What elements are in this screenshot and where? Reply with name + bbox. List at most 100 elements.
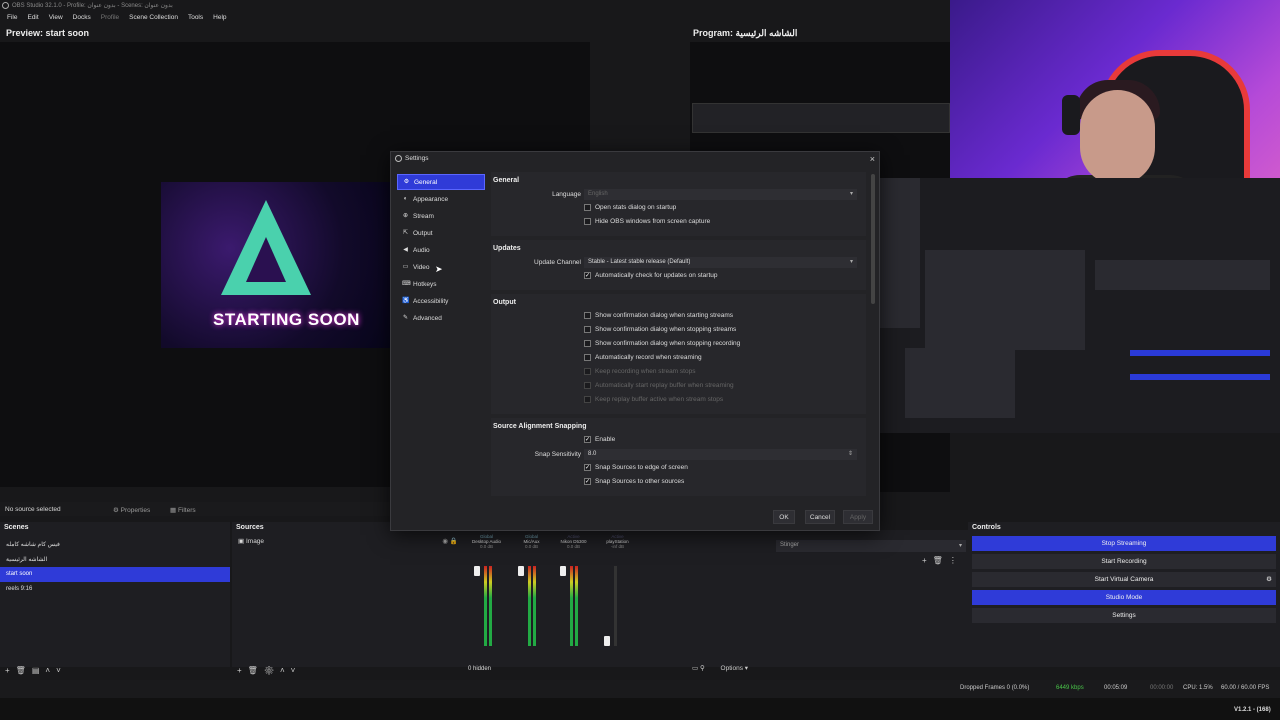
- volume-fader[interactable]: [518, 566, 524, 576]
- keep-replay-buffer-checkbox: Keep replay buffer active when stream st…: [584, 396, 723, 403]
- image-source-icon: ▣: [238, 538, 245, 545]
- update-channel-select[interactable]: Stable - Latest stable release (Default)…: [584, 257, 857, 268]
- source-toolbar: +🗑⚙˄˅: [237, 666, 301, 675]
- menu-file[interactable]: File: [2, 11, 22, 25]
- menu-view[interactable]: View: [44, 11, 68, 25]
- chevron-down-icon: ▾: [958, 543, 962, 549]
- hide-obs-capture-checkbox[interactable]: Hide OBS windows from screen capture: [584, 218, 710, 225]
- settings-content: General Language English ▾ Open stats dia…: [491, 172, 866, 507]
- auto-record-checkbox[interactable]: Automatically record when streaming: [584, 354, 702, 361]
- section-title: Source Alignment Snapping: [493, 423, 587, 430]
- options-button[interactable]: Options: [721, 665, 743, 672]
- cancel-button[interactable]: Cancel: [805, 510, 835, 524]
- remove-source-icon[interactable]: 🗑: [248, 666, 264, 675]
- scene-item[interactable]: reels 9:16: [0, 582, 230, 597]
- nav-audio[interactable]: ◀ Audio: [397, 242, 485, 258]
- apply-button[interactable]: Apply: [843, 510, 873, 524]
- visibility-eye-icon[interactable]: ◉: [442, 537, 448, 545]
- spin-arrows-icon[interactable]: ⇕: [848, 450, 853, 457]
- source-properties-icon[interactable]: ⚙: [264, 666, 280, 675]
- nav-output[interactable]: ⇱ Output: [397, 225, 485, 241]
- window-title: OBS Studio 32.1.0 - Profile: بدون عنوان …: [12, 3, 173, 9]
- properties-button[interactable]: ⚙ Properties: [113, 506, 150, 514]
- auto-update-checkbox[interactable]: ✓ Automatically check for updates on star…: [584, 272, 717, 279]
- move-up-icon[interactable]: ˄: [45, 666, 56, 675]
- keep-recording-checkbox: Keep recording when stream stops: [584, 368, 695, 375]
- snap-sensitivity-spinbox[interactable]: 8.0 ⇕: [584, 449, 857, 460]
- accessibility-icon: ♿: [402, 297, 410, 304]
- add-source-icon[interactable]: +: [237, 666, 248, 675]
- section-title: General: [493, 177, 520, 184]
- chevron-down-icon[interactable]: ▾: [745, 665, 748, 672]
- snap-sources-checkbox[interactable]: ✓ Snap Sources to other sources: [584, 478, 684, 485]
- nav-advanced[interactable]: ✎ Advanced: [397, 310, 485, 326]
- nav-general[interactable]: ⚙ General: [397, 174, 485, 190]
- source-item[interactable]: ▣ Image ◉ 🔒: [232, 533, 462, 548]
- menu-bar: File Edit View Docks Profile Scene Colle…: [0, 11, 950, 25]
- starting-soon-image[interactable]: STARTING SOON: [161, 182, 391, 348]
- snap-edge-checkbox[interactable]: ✓ Snap Sources to edge of screen: [584, 464, 688, 471]
- chevron-down-icon: ▾: [849, 191, 853, 197]
- nav-hotkeys[interactable]: ⌨ Hotkeys: [397, 276, 485, 292]
- menu-tools[interactable]: Tools: [183, 11, 208, 25]
- volume-fader[interactable]: [560, 566, 566, 576]
- volume-fader[interactable]: [474, 566, 480, 576]
- menu-edit[interactable]: Edit: [22, 11, 43, 25]
- volume-fader[interactable]: [604, 636, 610, 646]
- wrench-icon: ✎: [402, 314, 409, 321]
- menu-scene-collection[interactable]: Scene Collection: [124, 11, 183, 25]
- nav-stream[interactable]: ⊕ Stream: [397, 208, 485, 224]
- studio-mode-button[interactable]: Studio Mode: [972, 590, 1276, 605]
- start-recording-button[interactable]: Start Recording: [972, 554, 1276, 569]
- scene-toolbar: +🗑▤˄˅: [5, 666, 67, 675]
- confirm-stop-stream-checkbox[interactable]: Show confirmation dialog when stopping s…: [584, 326, 736, 333]
- snap-sensitivity-label: Snap Sensitivity: [534, 451, 581, 458]
- scene-item[interactable]: فيس كام شاشه كامله: [0, 537, 230, 552]
- remove-scene-icon[interactable]: 🗑: [16, 666, 32, 675]
- update-channel-label: Update Channel: [534, 259, 581, 266]
- move-up-icon[interactable]: ˄: [280, 666, 291, 675]
- scene-item-selected[interactable]: start soon: [0, 567, 230, 582]
- settings-scrollbar[interactable]: [871, 174, 875, 304]
- snap-enable-checkbox[interactable]: ✓ Enable: [584, 436, 615, 443]
- language-select[interactable]: English ▾: [584, 189, 857, 200]
- gear-icon[interactable]: ⚙: [1266, 575, 1272, 583]
- more-icon[interactable]: ⋮: [949, 556, 963, 565]
- confirm-start-stream-checkbox[interactable]: Show confirmation dialog when starting s…: [584, 312, 733, 319]
- monitor-icon: ▭: [402, 263, 409, 270]
- scenes-title: Scenes: [0, 522, 230, 533]
- mixer-layout-icon[interactable]: ▭: [692, 665, 698, 672]
- nav-appearance[interactable]: ◐ Appearance: [397, 191, 485, 207]
- confirm-stop-recording-checkbox[interactable]: Show confirmation dialog when stopping r…: [584, 340, 740, 347]
- ok-button[interactable]: OK: [773, 510, 795, 524]
- menu-profile[interactable]: Profile: [96, 11, 124, 25]
- transition-select[interactable]: Stinger ▾: [776, 540, 966, 552]
- move-down-icon[interactable]: ˅: [56, 666, 67, 675]
- window-titlebar: OBS Studio 32.1.0 - Profile: بدون عنوان …: [0, 0, 950, 11]
- status-bar: Dropped Frames 0 (0.0%) 6449 kbps 00:05:…: [0, 680, 1280, 698]
- obs-logo-icon: [2, 2, 9, 9]
- start-virtual-camera-button[interactable]: Start Virtual Camera ⚙: [972, 572, 1276, 587]
- menu-help[interactable]: Help: [208, 11, 231, 25]
- scene-item[interactable]: الشاشه الرئيسية: [0, 552, 230, 567]
- add-transition-icon[interactable]: +: [922, 556, 933, 565]
- fps-readout: 60.00 / 60.00 FPS: [1221, 685, 1270, 691]
- remove-transition-icon[interactable]: 🗑: [933, 556, 949, 565]
- audio-mixer-dock: Global Desktop Audio 0.0 dB Global Mic/A…: [462, 530, 772, 672]
- settings-button[interactable]: Settings: [972, 608, 1276, 623]
- stop-streaming-button[interactable]: Stop Streaming: [972, 536, 1276, 551]
- stream-time: 00:05:09: [1104, 685, 1128, 691]
- program-label: Program: الشاشه الرئيسية: [693, 28, 798, 38]
- dropped-frames: Dropped Frames 0 (0.0%): [960, 685, 1030, 691]
- updates-section: Updates Update Channel Stable - Latest s…: [491, 240, 866, 290]
- nav-accessibility[interactable]: ♿ Accessibility: [397, 293, 485, 309]
- filter-scene-icon[interactable]: ▤: [32, 666, 46, 675]
- filters-button[interactable]: ▦ Filters: [170, 506, 196, 514]
- menu-docks[interactable]: Docks: [68, 11, 96, 25]
- move-down-icon[interactable]: ˅: [291, 666, 302, 675]
- open-stats-checkbox[interactable]: Open stats dialog on startup: [584, 204, 676, 211]
- close-icon[interactable]: ×: [870, 154, 875, 164]
- mixer-link-icon[interactable]: ⚲: [700, 665, 705, 672]
- lock-icon[interactable]: 🔒: [450, 537, 458, 545]
- add-scene-icon[interactable]: +: [5, 666, 16, 675]
